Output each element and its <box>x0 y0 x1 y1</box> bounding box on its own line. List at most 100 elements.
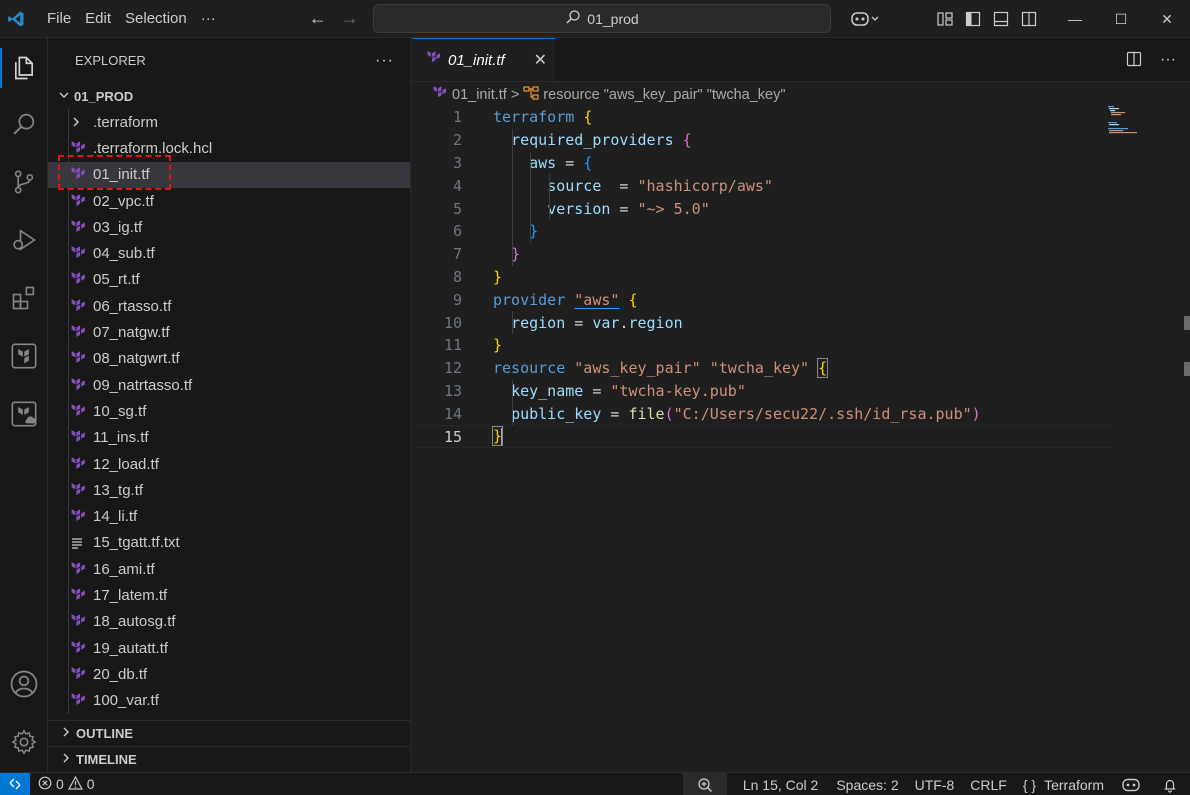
file-label: 100_var.tf <box>93 692 159 710</box>
root-folder[interactable]: 01_PROD <box>48 83 410 109</box>
code-text: key_name = "twcha-key.pub" <box>511 381 746 400</box>
file-item[interactable]: 18_autosg.tf <box>48 608 410 635</box>
problems-indicator[interactable]: 0 0 <box>30 773 103 795</box>
terraform-icon[interactable] <box>0 332 48 380</box>
file-item[interactable]: 17_latem.tf <box>48 582 410 609</box>
terraform-file-icon <box>70 219 93 236</box>
tab-close-button[interactable]: ✕ <box>534 50 547 70</box>
tab-01-init-tf[interactable]: 01_init.tf ✕ <box>412 38 555 81</box>
remote-indicator-icon[interactable] <box>0 772 30 795</box>
file-item[interactable]: .terraform.lock.hcl <box>48 135 410 162</box>
chevron-down-icon <box>58 89 74 104</box>
back-arrow-icon[interactable]: ← <box>309 8 327 29</box>
timeline-section[interactable]: TIMELINE <box>48 746 411 772</box>
file-label: 10_sg.tf <box>93 402 147 420</box>
terraform-file-icon <box>70 692 93 709</box>
file-item[interactable]: 12_load.tf <box>48 450 410 478</box>
layout-controls <box>845 0 1043 38</box>
extensions-icon[interactable] <box>0 274 48 322</box>
command-center-search[interactable]: 01_prod <box>373 4 831 33</box>
menu-more[interactable]: ··· <box>194 0 223 38</box>
minimize-button[interactable]: — <box>1052 0 1098 38</box>
file-item[interactable]: 06_rtasso.tf <box>48 293 410 320</box>
breadcrumb-symbol[interactable]: resource "aws_key_pair" "twcha_key" <box>543 87 785 103</box>
file-item[interactable]: 03_ig.tf <box>48 214 410 241</box>
indent-guide <box>68 424 69 451</box>
zoom-icon[interactable] <box>682 773 727 795</box>
explorer-more-actions[interactable]: ··· <box>375 52 394 70</box>
file-item[interactable]: 08_natgwrt.tf <box>48 345 410 372</box>
file-item[interactable]: 11_ins.tf <box>48 424 410 451</box>
line-number: 2 <box>452 131 462 150</box>
file-item[interactable]: 01_init.tf <box>48 161 410 188</box>
file-label: 13_tg.tf <box>93 481 144 499</box>
file-item[interactable]: 20_db.tf <box>48 661 410 688</box>
terraform-file-icon <box>70 482 93 499</box>
menu-edit[interactable]: Edit <box>78 0 118 38</box>
file-item[interactable]: 07_natgw.tf <box>48 319 410 346</box>
status-bar: 0 0 Ln 15, Col 2 Spaces: 2 UTF-8 CRLF { … <box>0 772 1190 795</box>
code-editor[interactable]: 1 terraform {2 required_providers {3 aws … <box>412 106 1112 448</box>
file-item[interactable]: 19_autatt.tf <box>48 634 410 662</box>
code-line: 10 region = var.region <box>412 311 1112 334</box>
explorer-title: EXPLORER <box>75 53 146 68</box>
copilot-icon[interactable] <box>845 0 885 38</box>
vertical-scrollbar[interactable] <box>1176 82 1190 772</box>
maximize-button[interactable]: ☐ <box>1098 0 1144 38</box>
forward-arrow-icon[interactable]: → <box>341 8 359 29</box>
file-item[interactable]: 100_var.tf <box>48 687 410 714</box>
encoding[interactable]: UTF-8 <box>907 773 963 795</box>
file-item[interactable]: 05_rt.tf <box>48 266 410 294</box>
file-item[interactable]: 13_tg.tf <box>48 477 410 504</box>
menu-selection[interactable]: Selection <box>118 0 194 38</box>
notifications-bell-icon[interactable] <box>1150 773 1190 795</box>
activity-bar <box>0 38 48 772</box>
cursor-position[interactable]: Ln 15, Col 2 <box>727 773 827 795</box>
breadcrumb: 01_init.tf > resource "aws_key_pair" "tw… <box>412 82 1190 108</box>
indent-guide <box>68 161 69 188</box>
close-window-button[interactable]: ✕ <box>1144 0 1190 38</box>
toggle-secondary-sidebar-icon[interactable] <box>1015 0 1043 38</box>
toggle-sidebar-icon[interactable] <box>959 0 987 38</box>
file-item[interactable]: 16_ami.tf <box>48 556 410 583</box>
navigation-controls: ← → <box>309 8 359 29</box>
file-item[interactable]: 02_vpc.tf <box>48 187 410 215</box>
terraform-file-icon <box>70 508 93 525</box>
terraform-file-icon <box>70 429 93 446</box>
timeline-label: TIMELINE <box>76 752 137 767</box>
menu-bar: File Edit Selection ··· <box>40 0 223 38</box>
accounts-icon[interactable] <box>0 660 48 708</box>
folder-item[interactable]: .terraform <box>48 109 410 136</box>
symbol-structure-icon <box>523 85 539 105</box>
run-debug-icon[interactable] <box>0 216 48 264</box>
copilot-status-icon[interactable] <box>1112 773 1150 795</box>
language-mode[interactable]: { } Terraform <box>1015 773 1112 795</box>
settings-gear-icon[interactable] <box>0 718 48 766</box>
explorer-sidebar: EXPLORER ··· 01_PROD .terraform .terrafor… <box>48 38 411 772</box>
indent-guide <box>512 311 513 334</box>
toggle-panel-icon[interactable] <box>987 0 1015 38</box>
indent-guide <box>512 379 513 426</box>
split-editor-icon[interactable] <box>1126 51 1142 70</box>
file-item[interactable]: 09_natrtasso.tf <box>48 371 410 399</box>
search-icon[interactable] <box>0 100 48 148</box>
file-label: 16_ami.tf <box>93 560 155 578</box>
more-actions-icon[interactable]: ··· <box>1160 51 1176 69</box>
customize-layout-icon[interactable] <box>931 0 959 38</box>
source-control-icon[interactable] <box>0 158 48 206</box>
terraform-cloud-icon[interactable] <box>0 390 48 438</box>
line-number: 9 <box>452 290 462 309</box>
file-item[interactable]: 15_tgatt.tf.txt <box>48 529 410 557</box>
indentation[interactable]: Spaces: 2 <box>826 773 906 795</box>
menu-file[interactable]: File <box>40 0 78 38</box>
indent-guide <box>68 661 69 688</box>
terraform-file-icon <box>426 50 442 70</box>
explorer-icon[interactable] <box>0 44 48 92</box>
breadcrumb-file[interactable]: 01_init.tf <box>452 87 507 103</box>
minimap[interactable] <box>1108 106 1168 146</box>
file-item[interactable]: 10_sg.tf <box>48 398 410 425</box>
end-of-line[interactable]: CRLF <box>962 773 1015 795</box>
outline-section[interactable]: OUTLINE <box>48 720 411 746</box>
file-item[interactable]: 14_li.tf <box>48 503 410 530</box>
file-item[interactable]: 04_sub.tf <box>48 240 410 267</box>
